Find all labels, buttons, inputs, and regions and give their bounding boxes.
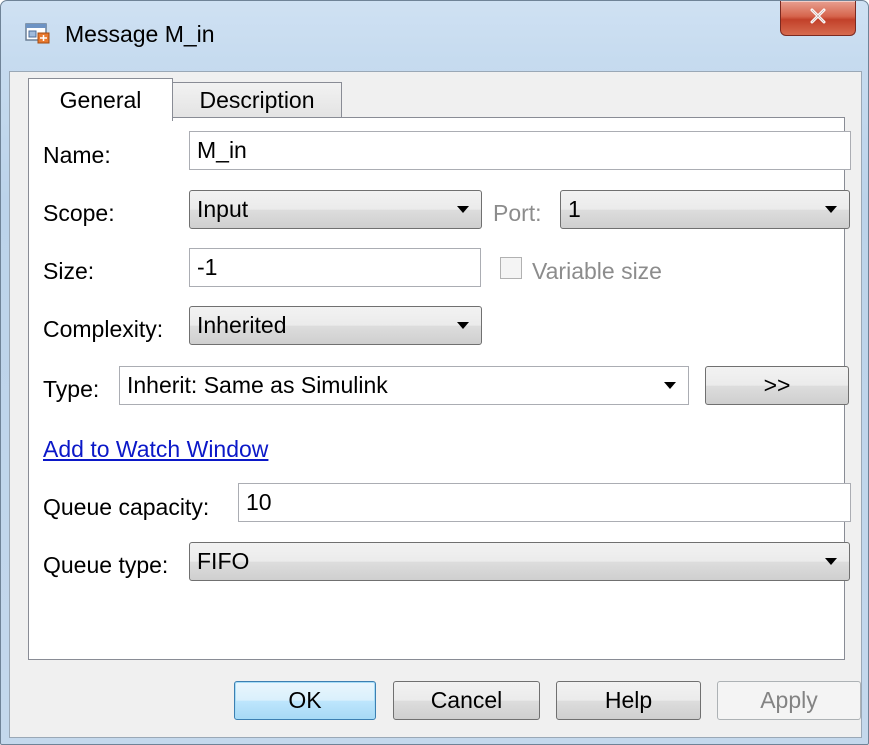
window-title: Message M_in — [65, 21, 215, 47]
add-to-watch-window-link[interactable]: Add to Watch Window — [43, 436, 268, 463]
scope-value: Input — [197, 196, 249, 222]
variable-size-checkbox[interactable] — [500, 257, 522, 279]
dialog-window: Message M_in General Description Name: M… — [0, 0, 869, 745]
queue-capacity-value: 10 — [246, 489, 272, 515]
variable-size-label: Variable size — [532, 258, 662, 284]
name-value: M_in — [197, 137, 247, 163]
scope-dropdown[interactable]: Input — [189, 190, 482, 229]
size-label: Size: — [43, 258, 95, 284]
queue-capacity-input[interactable]: 10 — [238, 483, 851, 522]
type-label: Type: — [43, 376, 100, 402]
tab-label: General — [59, 86, 142, 113]
chevron-down-icon — [825, 558, 837, 565]
title-bar[interactable]: Message M_in — [1, 1, 868, 71]
complexity-label: Complexity: — [43, 316, 164, 342]
close-icon — [809, 8, 827, 29]
help-label: Help — [604, 687, 653, 713]
port-value: 1 — [568, 196, 581, 222]
chevron-down-icon — [457, 206, 469, 213]
queue-type-dropdown[interactable]: FIFO — [189, 542, 850, 581]
port-dropdown[interactable]: 1 — [560, 190, 850, 229]
type-assistant-button[interactable]: >> — [705, 366, 849, 405]
chevron-down-icon — [825, 206, 837, 213]
chevron-down-icon — [457, 322, 469, 329]
queue-type-value: FIFO — [197, 548, 250, 574]
dialog-client-area: General Description Name: M_in Scope: In… — [9, 71, 862, 738]
ok-label: OK — [288, 687, 322, 713]
tab-description[interactable]: Description — [172, 82, 342, 118]
complexity-dropdown[interactable]: Inherited — [189, 306, 482, 345]
type-value: Inherit: Same as Simulink — [127, 372, 388, 398]
complexity-value: Inherited — [197, 312, 287, 338]
apply-button[interactable]: Apply — [717, 681, 861, 720]
tab-general[interactable]: General — [28, 78, 173, 121]
size-input[interactable]: -1 — [189, 248, 481, 287]
queue-type-label: Queue type: — [43, 552, 169, 578]
size-value: -1 — [197, 254, 218, 280]
type-assistant-label: >> — [763, 372, 791, 398]
tab-label: Description — [199, 87, 315, 113]
name-label: Name: — [43, 142, 111, 168]
cancel-button[interactable]: Cancel — [393, 681, 540, 720]
scope-label: Scope: — [43, 200, 115, 226]
cancel-label: Cancel — [430, 687, 503, 713]
name-input[interactable]: M_in — [189, 131, 851, 170]
help-button[interactable]: Help — [556, 681, 701, 720]
stateflow-message-icon — [25, 23, 51, 45]
close-button[interactable] — [780, 1, 856, 36]
chevron-down-icon — [664, 382, 676, 389]
ok-button[interactable]: OK — [234, 681, 376, 720]
general-panel: Name: M_in Scope: Input Port: 1 Size: -1… — [28, 117, 851, 660]
queue-capacity-label: Queue capacity: — [43, 494, 210, 520]
port-label: Port: — [493, 200, 542, 226]
apply-label: Apply — [760, 687, 818, 713]
type-dropdown[interactable]: Inherit: Same as Simulink — [119, 366, 689, 405]
